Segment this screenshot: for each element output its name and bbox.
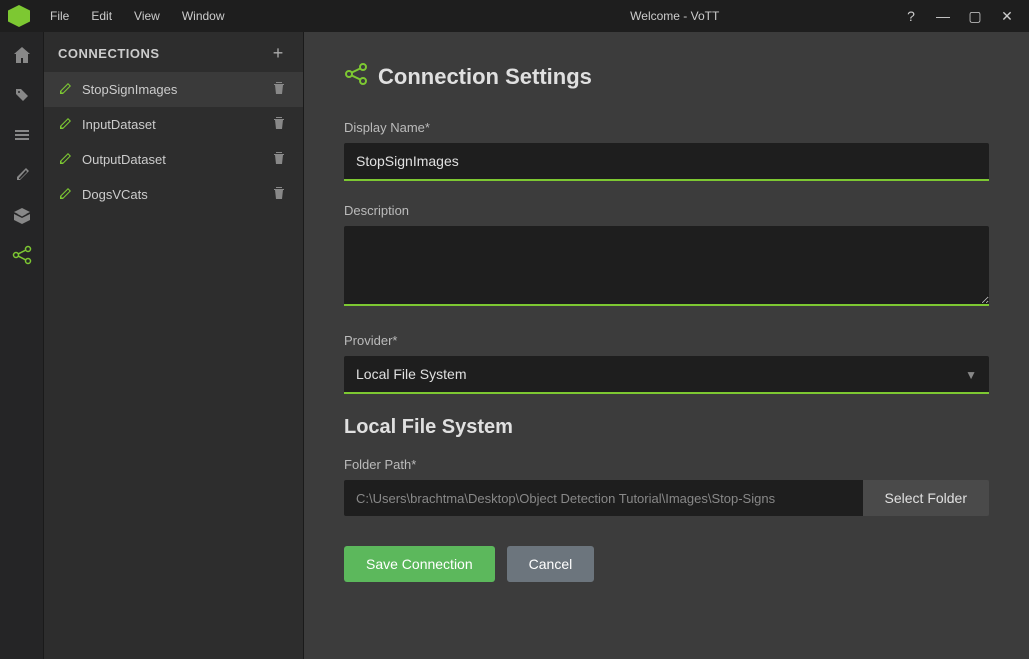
local-file-system-section: Local File System Folder Path* Select Fo…	[344, 416, 989, 516]
menu-window[interactable]: Window	[172, 5, 235, 27]
folder-path-row: Select Folder	[344, 480, 989, 516]
sidebar-header: CONNECTIONS +	[44, 32, 303, 72]
content-area: Connection Settings Display Name* Descri…	[304, 32, 1029, 659]
main-layout: CONNECTIONS + StopSignImages InputDatase…	[0, 32, 1029, 659]
select-folder-button[interactable]: Select Folder	[863, 480, 989, 516]
edit-activity-icon[interactable]	[3, 156, 41, 194]
menu-edit[interactable]: Edit	[81, 5, 122, 27]
maximize-button[interactable]: ▢	[961, 5, 989, 27]
delete-output-button[interactable]	[269, 149, 289, 170]
delete-stopsign-button[interactable]	[269, 79, 289, 100]
title-bar-menu: File Edit View Window	[8, 5, 453, 27]
minimize-button[interactable]: —	[929, 5, 957, 27]
help-button[interactable]: ?	[897, 5, 925, 27]
sidebar-item-outputdataset[interactable]: OutputDataset	[44, 142, 303, 177]
menu-view[interactable]: View	[124, 5, 170, 27]
learn-activity-icon[interactable]	[3, 196, 41, 234]
sidebar-item-name-output: OutputDataset	[82, 152, 269, 167]
edit-icon-dogs	[58, 187, 74, 203]
sidebar-item-name-input: InputDataset	[82, 117, 269, 132]
activity-bar	[0, 32, 44, 659]
menu-file[interactable]: File	[40, 5, 79, 27]
description-textarea[interactable]	[344, 226, 989, 306]
vott-logo-icon	[8, 5, 30, 27]
title-bar: File Edit View Window Welcome - VoTT ? —…	[0, 0, 1029, 32]
content-header: Connection Settings	[344, 62, 989, 92]
cancel-button[interactable]: Cancel	[507, 546, 595, 582]
description-label: Description	[344, 203, 989, 218]
title-bar-title: Welcome - VoTT	[453, 9, 898, 23]
add-connection-button[interactable]: +	[267, 42, 289, 64]
edit-icon-input	[58, 117, 74, 133]
sidebar-title: CONNECTIONS	[58, 46, 160, 61]
display-name-label: Display Name*	[344, 120, 989, 135]
provider-select-wrapper: Local File System Azure Blob Storage Bin…	[344, 356, 989, 394]
page-title: Connection Settings	[378, 64, 592, 90]
folder-path-label: Folder Path*	[344, 457, 989, 472]
sidebar-item-inputdataset[interactable]: InputDataset	[44, 107, 303, 142]
title-bar-controls: ? — ▢ ✕	[897, 5, 1021, 27]
close-button[interactable]: ✕	[993, 5, 1021, 27]
display-name-group: Display Name*	[344, 120, 989, 181]
connections-activity-icon[interactable]	[3, 236, 41, 274]
edit-icon-stopsign	[58, 82, 74, 98]
home-activity-icon[interactable]	[3, 36, 41, 74]
display-name-input[interactable]	[344, 143, 989, 181]
edit-icon-output	[58, 152, 74, 168]
sidebar-item-stopsignimages[interactable]: StopSignImages	[44, 72, 303, 107]
provider-label: Provider*	[344, 333, 989, 348]
sidebar-item-name-stopsign: StopSignImages	[82, 82, 269, 97]
provider-select[interactable]: Local File System Azure Blob Storage Bin…	[344, 356, 989, 394]
delete-dogs-button[interactable]	[269, 184, 289, 205]
provider-group: Provider* Local File System Azure Blob S…	[344, 333, 989, 394]
sidebar-item-name-dogs: DogsVCats	[82, 187, 269, 202]
connection-settings-icon	[344, 62, 368, 92]
folder-path-input[interactable]	[344, 480, 863, 516]
sidebar: CONNECTIONS + StopSignImages InputDatase…	[44, 32, 304, 659]
delete-input-button[interactable]	[269, 114, 289, 135]
form-actions: Save Connection Cancel	[344, 546, 989, 582]
save-connection-button[interactable]: Save Connection	[344, 546, 495, 582]
local-fs-title: Local File System	[344, 416, 989, 439]
tag-activity-icon[interactable]	[3, 76, 41, 114]
list-activity-icon[interactable]	[3, 116, 41, 154]
description-group: Description	[344, 203, 989, 311]
sidebar-item-dogsvcats[interactable]: DogsVCats	[44, 177, 303, 212]
folder-path-group: Folder Path* Select Folder	[344, 457, 989, 516]
